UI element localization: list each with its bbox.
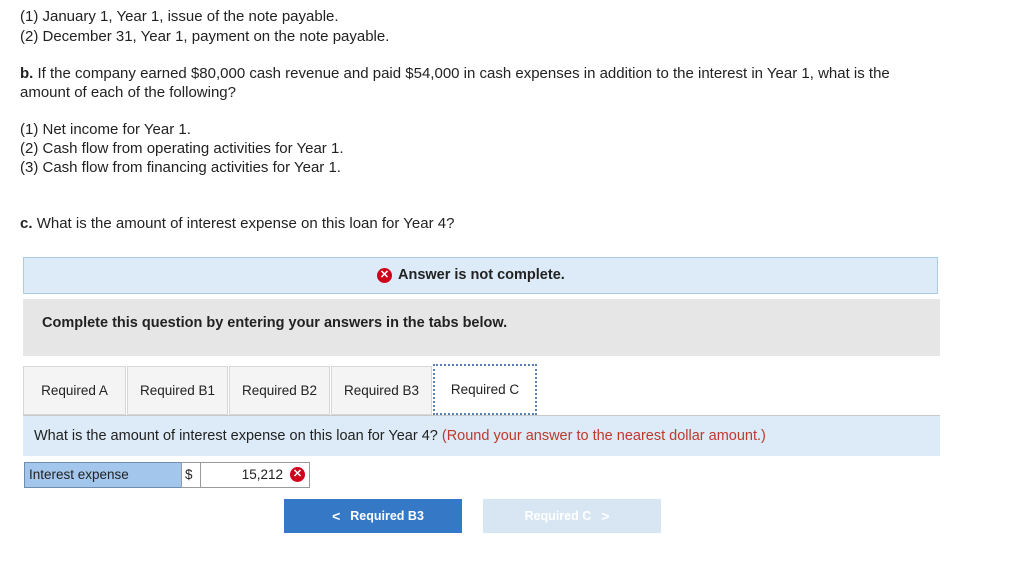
question-b-prefix: b. [20, 65, 34, 82]
question-a-line-2: (2) December 31, Year 1, payment on the … [20, 28, 390, 45]
x-circle-icon: ✕ [290, 467, 305, 482]
answer-label: Interest expense [24, 462, 182, 488]
tab-required-a[interactable]: Required A [23, 366, 126, 415]
answer-status-banner: ✕ Answer is not complete. [23, 257, 938, 294]
panel-question-hint: (Round your answer to the nearest dollar… [441, 428, 766, 444]
currency-symbol: $ [181, 462, 201, 488]
question-c-text: What is the amount of interest expense o… [36, 215, 455, 232]
chevron-left-icon: < [332, 508, 341, 524]
x-circle-icon: ✕ [377, 267, 392, 283]
question-b-item-3: (3) Cash flow from financing activities … [20, 159, 341, 176]
tab-required-c[interactable]: Required C [433, 364, 537, 415]
question-b-text-2: amount of each of the following? [20, 84, 236, 101]
panel-question: What is the amount of interest expense o… [34, 428, 766, 444]
panel-question-text: What is the amount of interest expense o… [34, 428, 438, 444]
tab-label: Required B2 [241, 383, 318, 398]
question-b-item-1: (1) Net income for Year 1. [20, 121, 191, 138]
prev-tab-label: Required B3 [350, 509, 424, 523]
chevron-right-icon: > [601, 508, 610, 524]
question-b-text: If the company earned $80,000 cash reven… [37, 65, 890, 82]
panel-question-bar: What is the amount of interest expense o… [23, 416, 940, 456]
instructions-bar: Complete this question by entering your … [23, 299, 940, 356]
tab-label: Required B1 [139, 383, 216, 398]
answer-status-text: Answer is not complete. [398, 267, 565, 283]
next-tab-label: Required C [524, 509, 592, 523]
interest-expense-input[interactable]: 15,212 ✕ [200, 462, 310, 488]
tab-required-b2[interactable]: Required B2 [229, 366, 330, 415]
instructions-text: Complete this question by entering your … [42, 315, 508, 331]
interest-expense-value: 15,212 [241, 467, 283, 482]
question-a-line-1: (1) January 1, Year 1, issue of the note… [20, 8, 339, 25]
question-b-item-2: (2) Cash flow from operating activities … [20, 140, 344, 157]
tab-required-b1[interactable]: Required B1 [127, 366, 228, 415]
tab-label: Required C [450, 382, 520, 397]
prev-tab-button[interactable]: < Required B3 [284, 499, 462, 533]
tab-label: Required B3 [343, 383, 420, 398]
next-tab-button[interactable]: Required C > [483, 499, 661, 533]
tab-label: Required A [41, 383, 108, 398]
question-c-prefix: c. [20, 215, 33, 232]
question-c: c. What is the amount of interest expens… [20, 214, 454, 234]
tab-required-b3[interactable]: Required B3 [331, 366, 432, 415]
question-b: b. If the company earned $80,000 cash re… [20, 64, 890, 84]
